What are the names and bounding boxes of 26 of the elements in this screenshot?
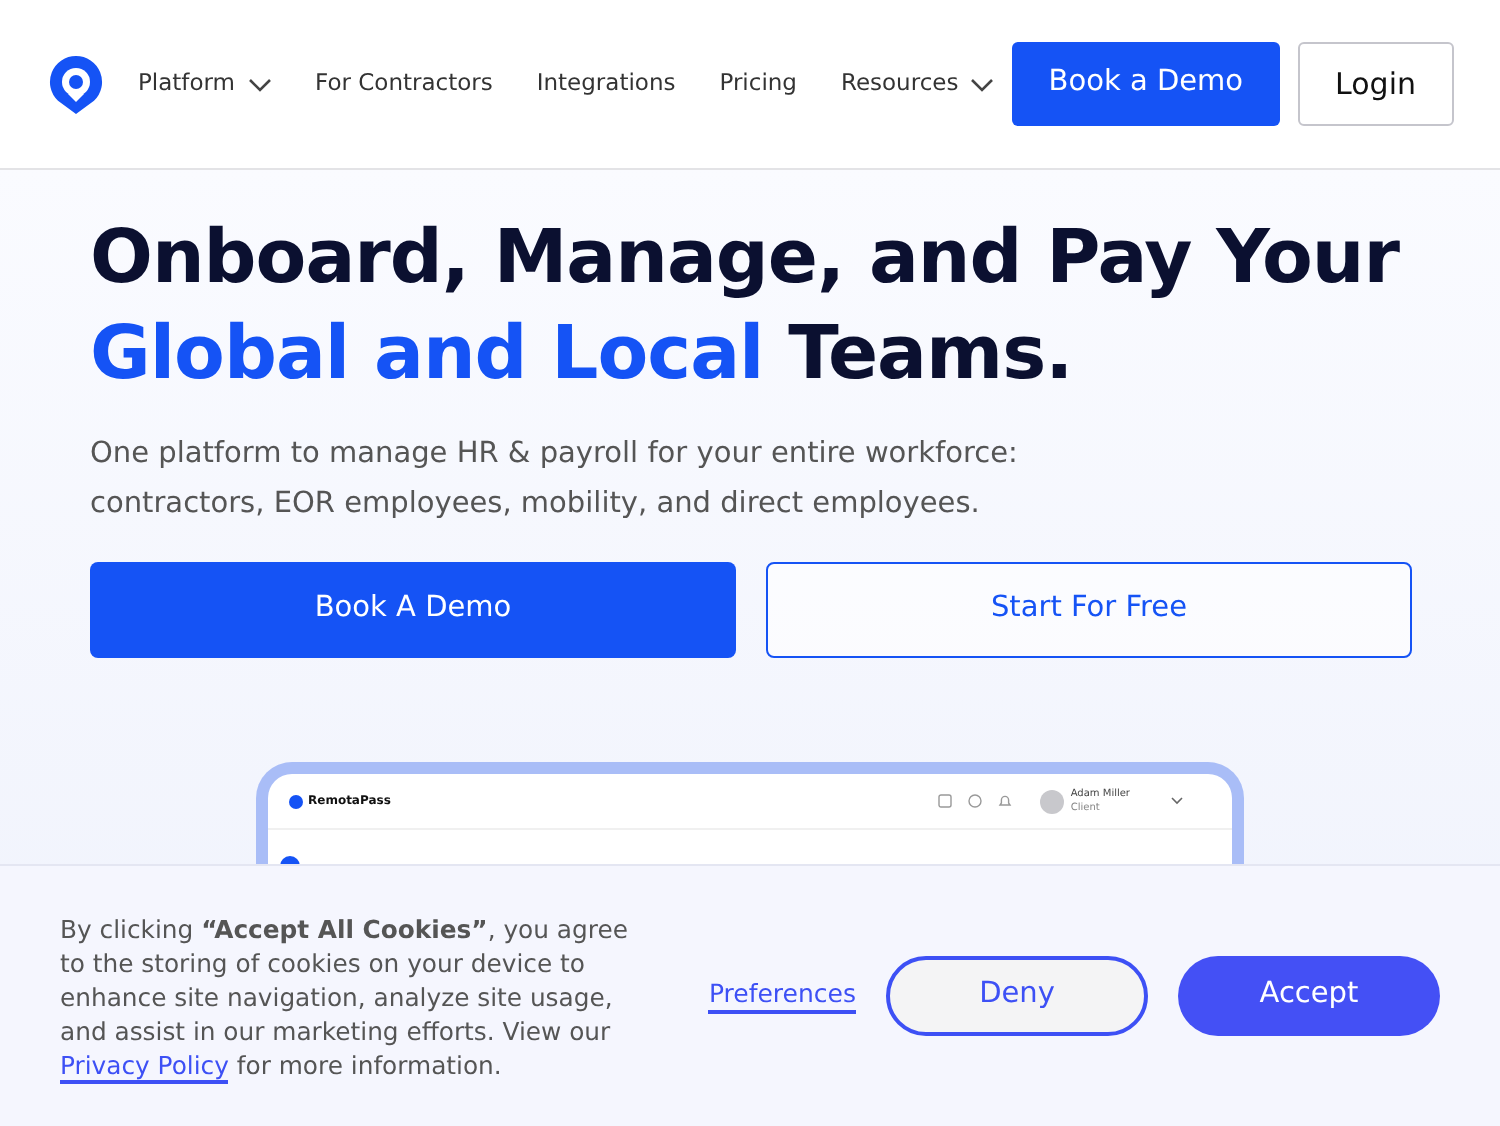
start-free-button[interactable]: Start For Free — [766, 562, 1412, 658]
accept-button[interactable]: Accept — [1178, 956, 1440, 1036]
chevron-down-icon — [970, 77, 995, 91]
login-button[interactable]: Login — [1297, 42, 1454, 126]
bell-icon — [998, 794, 1013, 808]
nav-link[interactable]: Pricing — [719, 66, 797, 102]
info-icon — [968, 794, 983, 808]
avatar-icon — [1040, 789, 1065, 813]
chevron-down-icon — [1170, 796, 1184, 806]
headline: Onboard, Manage, and Pay Your — [90, 212, 1402, 304]
logo-icon[interactable] — [48, 54, 104, 114]
privacy-policy-link[interactable]: Privacy Policy — [60, 1049, 229, 1083]
book-demo-button[interactable]: Book A Demo — [90, 562, 736, 658]
chevron-down-icon — [247, 77, 271, 91]
book-demo-button[interactable]: Book a Demo — [1012, 42, 1280, 126]
hero-subtitle: One platform to manage HR & payroll for your entire workforce: contractors, EOR employees, mobility, and direct employees. — [90, 436, 1020, 524]
nav-link[interactable]: Resources — [840, 66, 995, 102]
deny-button[interactable]: Deny — [886, 956, 1148, 1036]
calendar-icon — [938, 794, 953, 808]
nav-link[interactable]: Platform — [138, 66, 271, 102]
headline: Global and Local Teams. — [90, 308, 1075, 400]
preferences-link[interactable]: Preferences — [708, 978, 856, 1014]
cookie-notice: By clicking “Accept All Cookies”, you agree to the storing of cookies on your device to enhance site navigation, analyze site usage, and assist in our marketing efforts. View our Privacy Policy for more information. — [60, 911, 630, 1081]
nav-link[interactable]: Integrations — [536, 66, 676, 102]
brand-logo-icon — [288, 793, 304, 809]
nav-link[interactable]: For Contractors — [315, 66, 493, 102]
